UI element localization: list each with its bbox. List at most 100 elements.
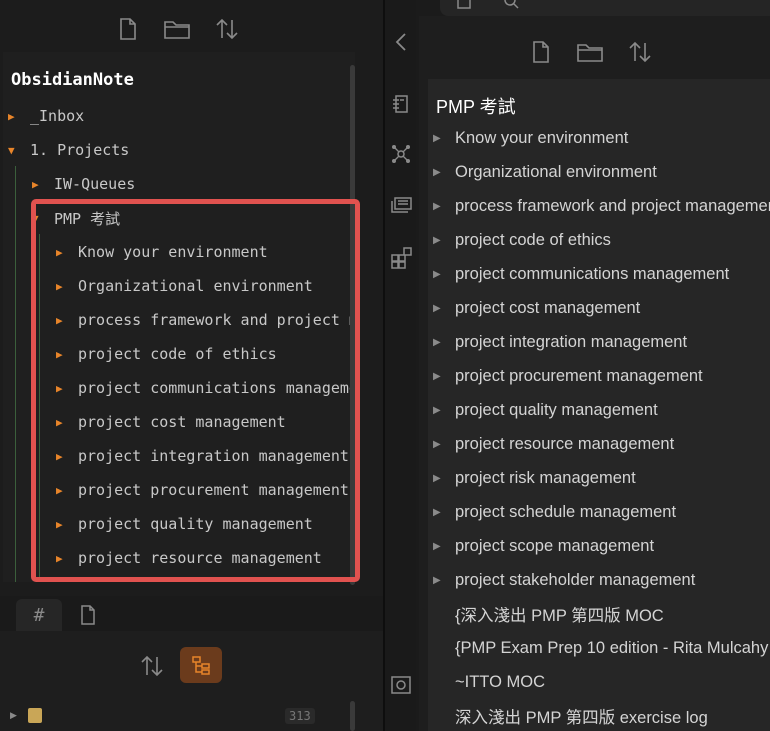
list-item-note[interactable]: ~ITTO MOC	[428, 665, 545, 699]
list-item[interactable]: ▶ project quality management	[428, 393, 658, 427]
collapsed-triangle-icon[interactable]: ▶	[10, 711, 17, 721]
list-item[interactable]: ▶ project schedule management	[428, 495, 676, 529]
note-count-badge: 313	[285, 708, 315, 724]
tree-folder-inbox[interactable]: ▶ _Inbox	[8, 99, 84, 133]
slides-icon[interactable]	[387, 192, 415, 220]
list-item[interactable]: ▶ project integration management	[428, 325, 687, 359]
tree-subfolder[interactable]: ▶ project integration management	[56, 439, 349, 473]
list-item[interactable]: ▶ Know your environment	[428, 121, 628, 155]
expanded-triangle-icon: ▼	[8, 143, 15, 157]
folder-label: _Inbox	[30, 107, 85, 125]
graph-view-icon[interactable]	[387, 140, 415, 168]
sort-icon[interactable]	[212, 14, 242, 44]
tree-view-button[interactable]	[180, 647, 222, 683]
tab-files[interactable]	[70, 599, 106, 631]
vault-icon[interactable]	[387, 671, 415, 699]
switcher-icon[interactable]	[387, 90, 415, 118]
new-note-icon[interactable]	[529, 37, 553, 67]
subfolder-label: project cost management	[78, 413, 286, 431]
list-item-note[interactable]: {深入淺出 PMP 第四版 MOC	[428, 597, 664, 631]
list-item[interactable]: ▶ project procurement management	[428, 359, 703, 393]
plugins-icon[interactable]	[387, 244, 415, 272]
tree-subfolder[interactable]: ▶ process framework and project manageme…	[56, 303, 355, 337]
collapsed-triangle-icon: ▶	[56, 347, 63, 361]
vault-name: ObsidianNote	[11, 70, 134, 90]
tab-tags[interactable]: #	[16, 599, 62, 631]
tree-folder-pmp[interactable]: ▼ PMP 考試	[32, 201, 120, 235]
hash-icon: #	[33, 604, 45, 626]
list-item[interactable]: ▶ project code of ethics	[428, 223, 611, 257]
right-explorer-toolbar	[419, 34, 770, 70]
tree-subfolder[interactable]: ▶ Organizational environment	[56, 269, 313, 303]
left-bottom-panel: ▶ 313	[0, 631, 383, 731]
subfolder-label: project code of ethics	[78, 345, 277, 363]
tree-subfolder[interactable]: ▶ project procurement management	[56, 473, 349, 507]
collapsed-triangle-icon: ▶	[433, 234, 441, 246]
tree-subfolder[interactable]: ▶ project quality management	[56, 507, 313, 541]
item-label: project integration management	[455, 332, 688, 351]
tree-folder-projects[interactable]: ▼ 1. Projects	[8, 133, 129, 167]
tree-subfolder[interactable]: ▶ project code of ethics	[56, 337, 277, 371]
collapsed-triangle-icon: ▶	[433, 370, 441, 382]
list-item-note[interactable]: {PMP Exam Prep 10 edition - Rita Mulcahy…	[428, 631, 770, 665]
item-label: project scope management	[455, 536, 655, 555]
sort-icon[interactable]	[625, 37, 655, 67]
subfolder-label: project resource management	[78, 549, 322, 567]
tree-subfolder[interactable]: ▶ project communications management	[56, 371, 355, 405]
list-item[interactable]: ▶ project risk management	[428, 461, 636, 495]
list-item[interactable]: ▶ process framework and project managemen…	[428, 189, 770, 223]
list-item[interactable]: ▶ project resource management	[428, 427, 674, 461]
collapsed-triangle-icon: ▶	[56, 517, 63, 531]
collapse-chevron-icon[interactable]	[387, 28, 415, 56]
left-explorer-toolbar	[0, 12, 355, 46]
subfolder-label: process framework and project management	[78, 311, 355, 329]
item-label: project schedule management	[455, 502, 677, 521]
collapsed-triangle-icon: ▶	[433, 268, 441, 280]
collapsed-triangle-icon: ▶	[56, 449, 63, 463]
folder-label: PMP 考試	[54, 209, 121, 228]
collapsed-triangle-icon: ▶	[56, 415, 63, 429]
item-label: project communications management	[455, 264, 730, 283]
collapsed-triangle-icon: ▶	[56, 483, 63, 497]
item-label: project resource management	[455, 434, 675, 453]
list-item[interactable]: ▶ project scope management	[428, 529, 654, 563]
list-item[interactable]: ▶ project cost management	[428, 291, 640, 325]
item-label: {深入淺出 PMP 第四版 MOC	[455, 607, 664, 625]
list-item[interactable]: ▶ Organizational environment	[428, 155, 657, 189]
tree-subfolder[interactable]: ▶ project cost management	[56, 405, 286, 439]
list-item[interactable]: ▶ project communications management	[428, 257, 729, 291]
subfolder-label: project integration management	[78, 447, 349, 465]
collapsed-triangle-icon: ▶	[433, 336, 441, 348]
file-icon[interactable]	[454, 0, 474, 12]
right-file-explorer: PMP 考試 ▶ Know your environment ▶ Organizat…	[419, 16, 770, 731]
ribbon	[385, 0, 416, 731]
expanded-triangle-icon: ▼	[32, 211, 39, 225]
folder-label: 1. Projects	[30, 141, 130, 159]
file-tree: ObsidianNote ▶ _Inbox ▼ 1. Projects ▶ IW…	[3, 52, 355, 582]
tree-folder-iw-queues[interactable]: ▶ IW-Queues	[32, 167, 135, 201]
item-label: project stakeholder management	[455, 570, 696, 589]
item-label: {PMP Exam Prep 10 edition - Rita Mulcahy…	[455, 638, 770, 657]
new-note-icon[interactable]	[116, 14, 140, 44]
collapsed-triangle-icon: ▶	[56, 245, 63, 259]
search-icon[interactable]	[502, 0, 522, 12]
new-folder-icon[interactable]	[575, 37, 605, 67]
collapsed-triangle-icon: ▶	[433, 132, 441, 144]
new-folder-icon[interactable]	[162, 14, 192, 44]
tree-icon	[192, 656, 210, 675]
list-item[interactable]: ▶ project stakeholder management	[428, 563, 695, 597]
sort-icon[interactable]	[140, 655, 164, 682]
collapsed-triangle-icon: ▶	[56, 551, 63, 565]
subfolder-label: project procurement management	[78, 481, 349, 499]
tree-subfolder[interactable]: ▶ project resource management	[56, 541, 322, 575]
collapsed-triangle-icon: ▶	[8, 109, 15, 123]
left-file-explorer: ObsidianNote ▶ _Inbox ▼ 1. Projects ▶ IW…	[0, 0, 383, 731]
collapsed-triangle-icon: ▶	[433, 472, 441, 484]
collapsed-triangle-icon: ▶	[56, 381, 63, 395]
list-item-note[interactable]: 深入淺出 PMP 第四版 exercise log	[428, 699, 708, 731]
tree-subfolder[interactable]: ▶ Know your environment	[56, 235, 268, 269]
tree-scrollbar[interactable]	[350, 65, 355, 585]
subfolder-label: project communications management	[78, 379, 355, 397]
bottom-scrollbar[interactable]	[350, 701, 355, 731]
collapsed-triangle-icon: ▶	[56, 313, 63, 327]
